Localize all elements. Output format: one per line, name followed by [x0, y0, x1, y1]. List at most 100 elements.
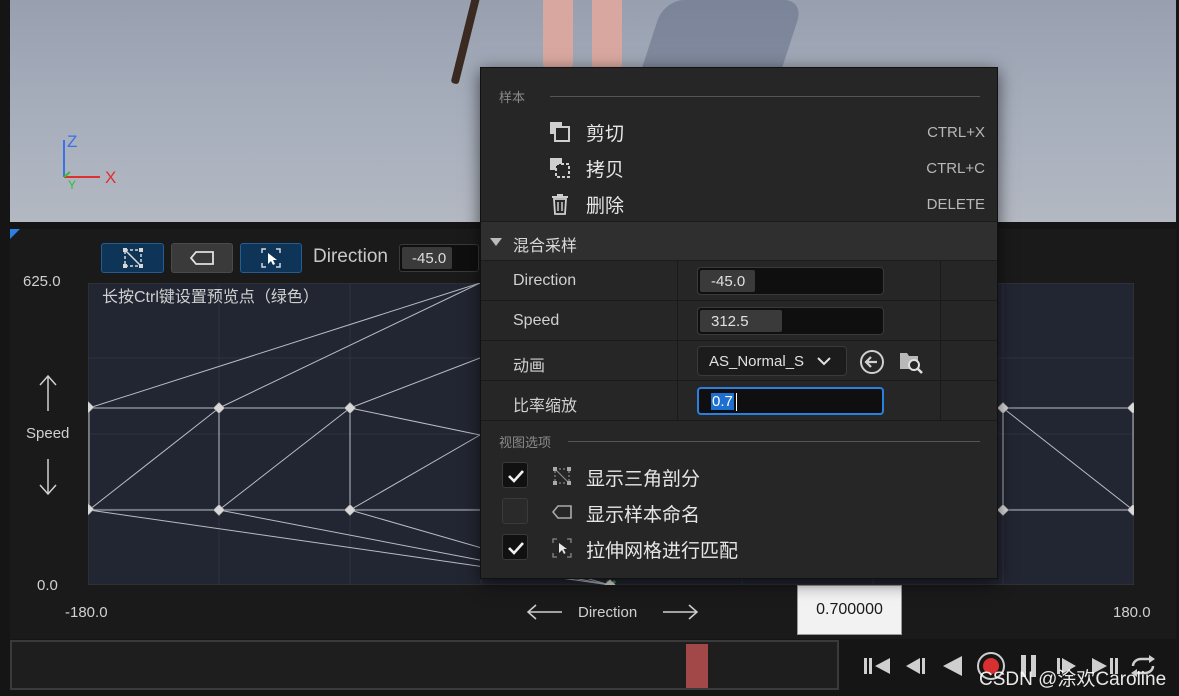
y-min-label: 0.0 [37, 577, 58, 594]
prop-name-animation: 动画 [513, 358, 546, 375]
copy-icon [550, 158, 570, 178]
menu-item-shortcut: CTRL+X [927, 123, 985, 141]
menu-item-label: 删除 [586, 195, 625, 217]
divider [550, 96, 980, 97]
prop-row-rate-scale: 比率缩放 0.7 [481, 381, 997, 421]
prop-row-direction: Direction -45.0 [481, 261, 997, 301]
step-back-button[interactable] [898, 649, 932, 683]
section-view-label: 视图选项 [499, 434, 552, 450]
checkmark-icon [508, 542, 524, 555]
menu-item-shortcut: DELETE [926, 195, 985, 213]
tag-icon [189, 251, 214, 265]
column-divider [677, 341, 678, 381]
value-tooltip: 0.700000 [797, 585, 902, 635]
animation-value: AS_Normal_S [709, 353, 805, 370]
trash-icon [552, 194, 568, 215]
blend-section-label: 混合采样 [513, 238, 578, 255]
option-label: 拉伸网格进行匹配 [586, 541, 739, 562]
prop-name-direction: Direction [513, 272, 577, 289]
use-selected-asset-icon[interactable] [859, 349, 885, 375]
stretch-cursor-icon [261, 248, 281, 268]
prop-name-speed: Speed [513, 312, 560, 329]
option-label: 显示三角剖分 [586, 469, 701, 490]
axis-gizmo: Z X Y [54, 132, 124, 192]
arrow-left-icon [526, 604, 562, 620]
cut-icon [550, 122, 570, 142]
panel-corner-marker [10, 229, 20, 239]
arrow-down-icon [39, 459, 57, 496]
preview-hint: 长按Ctrl键设置预览点（绿色） [102, 289, 319, 306]
stretch-cursor-icon [552, 538, 572, 558]
rate-scale-value: 0.7 [711, 393, 734, 410]
menu-item-label: 剪切 [586, 123, 625, 145]
speed-value-field[interactable]: 312.5 [697, 307, 884, 335]
section-samples-heading: 样本 [499, 86, 525, 106]
toggle-triangulation-button[interactable] [101, 243, 164, 273]
direction-value: -45.0 [711, 273, 746, 290]
skip-to-start-button[interactable] [860, 649, 894, 683]
direction-label: Direction [313, 246, 388, 267]
playhead-marker[interactable] [686, 644, 708, 688]
play-reverse-icon [943, 656, 962, 676]
prop-row-speed: Speed 312.5 [481, 301, 997, 341]
blend-sample-section-header[interactable]: 混合采样 [481, 221, 997, 261]
toggle-sample-names-button[interactable] [171, 243, 233, 273]
section-samples-label: 样本 [499, 89, 526, 105]
animation-dropdown[interactable]: AS_Normal_S [697, 346, 847, 376]
character-leg-left [543, 0, 573, 75]
prop-name-rate-scale: 比率缩放 [513, 398, 578, 415]
column-divider [940, 341, 941, 381]
menu-item-label: 拷贝 [586, 159, 625, 181]
axis-x-label: X [105, 168, 117, 187]
column-divider [677, 301, 678, 341]
menu-item-delete[interactable]: 删除 DELETE [481, 186, 997, 222]
weapon-staff [450, 0, 482, 85]
menu-item-copy[interactable]: 拷贝 CTRL+C [481, 150, 997, 186]
y-axis-label: Speed [26, 425, 70, 442]
triangulation-icon [122, 248, 143, 268]
sample-context-menu: 样本 剪切 CTRL+X 拷贝 CTRL+C 删除 DELETE 混合采样 Di… [480, 67, 998, 579]
menu-item-shortcut: CTRL+C [926, 159, 985, 177]
arrow-up-icon [39, 374, 57, 411]
skip-to-start-icon [864, 658, 890, 674]
option-show-sample-names[interactable]: 显示样本命名 [481, 494, 997, 530]
timeline-scrubber[interactable] [10, 640, 839, 690]
toggle-stretch-grid-button[interactable] [240, 243, 302, 273]
column-divider [677, 261, 678, 301]
watermark: CSDN @涂欢Caroline [979, 669, 1167, 690]
x-axis-label: Direction [578, 604, 638, 621]
y-max-label: 625.0 [23, 273, 61, 290]
option-stretch-grid[interactable]: 拉伸网格进行匹配 [481, 530, 997, 566]
direction-value-field[interactable]: -45.0 [697, 267, 884, 295]
text-caret [736, 393, 737, 411]
tag-icon [552, 505, 572, 519]
checkmark-icon [508, 470, 524, 483]
divider [568, 441, 980, 442]
character-leg-right [592, 0, 622, 75]
option-label: 显示样本命名 [586, 505, 701, 526]
rate-scale-input[interactable]: 0.7 [697, 387, 884, 415]
speed-value: 312.5 [711, 313, 749, 330]
x-min-label: -180.0 [65, 604, 108, 621]
option-show-triangulation[interactable]: 显示三角剖分 [481, 458, 997, 494]
section-view-heading: 视图选项 [499, 431, 551, 451]
direction-preview-field[interactable]: -45.0 [399, 244, 479, 272]
play-reverse-button[interactable] [936, 649, 970, 683]
direction-preview-value: -45.0 [412, 250, 447, 267]
checkbox[interactable] [502, 534, 528, 560]
x-max-label: 180.0 [1113, 604, 1151, 621]
column-divider [940, 261, 941, 301]
column-divider [677, 381, 678, 421]
step-back-icon [906, 658, 925, 674]
arrow-right-icon [663, 604, 699, 620]
checkbox[interactable] [502, 498, 528, 524]
triangulation-icon [553, 467, 571, 485]
axis-z-label: Z [67, 132, 78, 151]
column-divider [940, 381, 941, 421]
prop-row-animation: 动画 AS_Normal_S [481, 341, 997, 381]
column-divider [940, 301, 941, 341]
browse-asset-icon[interactable] [898, 349, 924, 375]
collapse-arrow-icon[interactable] [490, 238, 502, 246]
checkbox[interactable] [502, 462, 528, 488]
menu-item-cut[interactable]: 剪切 CTRL+X [481, 114, 997, 150]
